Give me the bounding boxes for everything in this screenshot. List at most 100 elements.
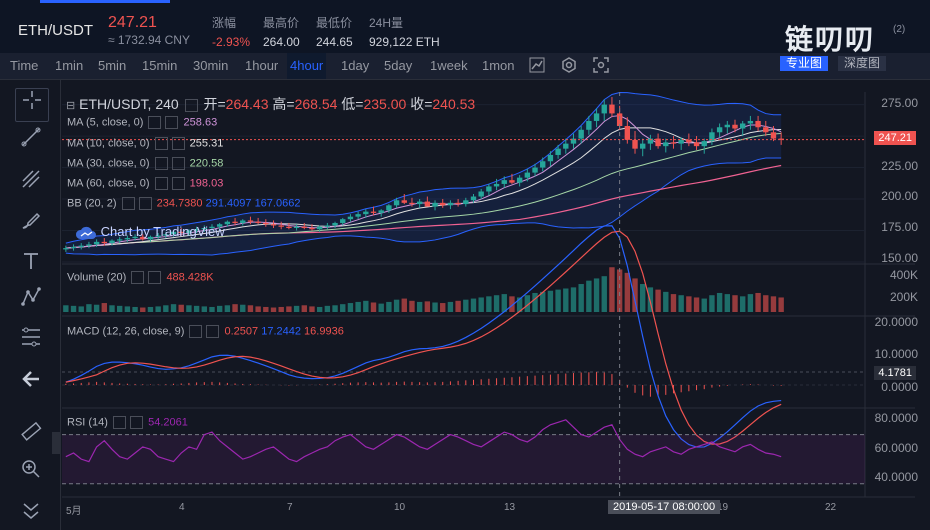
volume-bar — [401, 298, 407, 312]
volume-bar — [178, 304, 184, 312]
volume-bar — [163, 305, 169, 312]
settings-icon[interactable] — [131, 271, 145, 284]
settings-icon[interactable] — [154, 137, 168, 150]
candle-body — [563, 143, 569, 149]
macd-tick: 0.0000 — [881, 380, 918, 394]
candle-body — [686, 139, 692, 143]
volume-value: 488.428K — [166, 271, 214, 284]
candle-body — [447, 202, 454, 206]
candle-body — [501, 180, 507, 184]
candle-body — [347, 216, 354, 220]
volume-bar — [493, 295, 500, 312]
tradingview-watermark[interactable]: Chart by TradingView — [75, 224, 225, 240]
volume-bar — [440, 303, 446, 312]
volume-bar — [370, 302, 377, 312]
volume-bar — [547, 290, 554, 312]
candle-body — [509, 180, 515, 183]
volume-bar — [378, 303, 384, 312]
volume-bar — [586, 280, 592, 312]
ma60-legend[interactable]: MA (60, close, 0) 198.03 — [67, 177, 223, 190]
volume-bar — [193, 305, 200, 312]
volume-bar — [501, 294, 507, 312]
bb-legend[interactable]: BB (20, 2) 234.7380 291.4097 167.0662 — [67, 197, 300, 210]
close-icon[interactable] — [171, 137, 185, 150]
macd-value-2: 17.2442 — [261, 325, 301, 338]
candle-body — [524, 172, 531, 178]
volume-bar — [270, 307, 277, 312]
time-tick: 13 — [504, 502, 516, 513]
close-label: 收= — [410, 96, 433, 112]
volume-bar — [70, 305, 77, 312]
volume-bar — [563, 288, 569, 312]
volume-bar — [393, 299, 400, 312]
ma5-label: MA (5, close, 0) — [67, 116, 144, 129]
volume-bar — [693, 297, 700, 312]
time-tick: 22 — [825, 502, 837, 513]
rsi-legend[interactable]: RSI (14) 54.2061 — [67, 416, 188, 429]
volume-legend[interactable]: Volume (20) 488.428K — [67, 271, 214, 284]
ma5-value: 258.63 — [183, 116, 218, 129]
close-icon[interactable] — [206, 325, 220, 338]
candle-body — [232, 221, 238, 223]
ma30-legend[interactable]: MA (30, close, 0) 220.58 — [67, 157, 223, 170]
volume-bar — [209, 306, 215, 312]
legend-collapse-icon[interactable]: ⊟ — [66, 100, 75, 112]
volume-bar — [778, 297, 784, 312]
candle-body — [632, 139, 638, 149]
volume-bar — [640, 284, 646, 312]
candle-body — [363, 211, 369, 215]
candle-body — [416, 201, 423, 205]
volume-bar — [93, 304, 100, 312]
volume-bar — [463, 299, 469, 312]
settings-icon[interactable] — [113, 416, 127, 429]
price-tick: 150.00 — [881, 251, 918, 265]
volume-bar — [432, 302, 438, 312]
volume-bar — [409, 300, 415, 312]
candle-body — [424, 201, 431, 207]
volume-bar — [709, 295, 715, 312]
high-label: 高= — [272, 96, 295, 112]
price-tick: 200.00 — [881, 189, 918, 203]
legend-gear-icon[interactable] — [184, 98, 198, 112]
candle-body — [224, 221, 231, 225]
settings-icon[interactable] — [148, 116, 162, 129]
rsi-tick: 60.0000 — [874, 441, 918, 455]
close-icon[interactable] — [165, 116, 179, 129]
watermark-text: Chart by TradingView — [100, 224, 225, 239]
candle-body — [478, 191, 484, 197]
close-icon[interactable] — [171, 177, 185, 190]
candle-body — [693, 142, 700, 147]
current-price-tag: 247.21 — [874, 131, 916, 145]
close-icon[interactable] — [148, 271, 162, 284]
volume-bar — [740, 296, 746, 312]
volume-bar — [316, 306, 323, 312]
candle-body — [378, 210, 384, 213]
volume-bar — [770, 296, 777, 312]
volume-bar — [724, 294, 731, 312]
ma5-legend[interactable]: MA (5, close, 0) 258.63 — [67, 116, 217, 129]
price-chart[interactable] — [0, 0, 930, 530]
volume-bar — [263, 306, 269, 312]
volume-bar — [363, 300, 369, 312]
close-icon[interactable] — [130, 416, 144, 429]
time-tick: 5月 — [66, 506, 82, 517]
close-icon[interactable] — [138, 197, 152, 210]
candle-body — [601, 104, 607, 114]
volume-bar — [763, 295, 769, 312]
candle-body — [716, 127, 723, 133]
volume-bar — [116, 305, 123, 312]
close-icon[interactable] — [171, 157, 185, 170]
volume-bar — [609, 267, 615, 312]
settings-icon[interactable] — [189, 325, 203, 338]
time-tick: 4 — [179, 502, 185, 513]
candle-body — [63, 248, 69, 250]
macd-legend[interactable]: MACD (12, 26, close, 9) 0.2507 17.2442 1… — [67, 325, 344, 338]
bb-value-3: 167.0662 — [254, 197, 301, 210]
settings-icon[interactable] — [154, 157, 168, 170]
candle-body — [678, 139, 684, 144]
volume-bar — [332, 305, 338, 312]
candle-body — [701, 141, 707, 147]
ma10-legend[interactable]: MA (10, close, 0) 255.31 — [67, 137, 223, 150]
settings-icon[interactable] — [121, 197, 135, 210]
settings-icon[interactable] — [154, 177, 168, 190]
